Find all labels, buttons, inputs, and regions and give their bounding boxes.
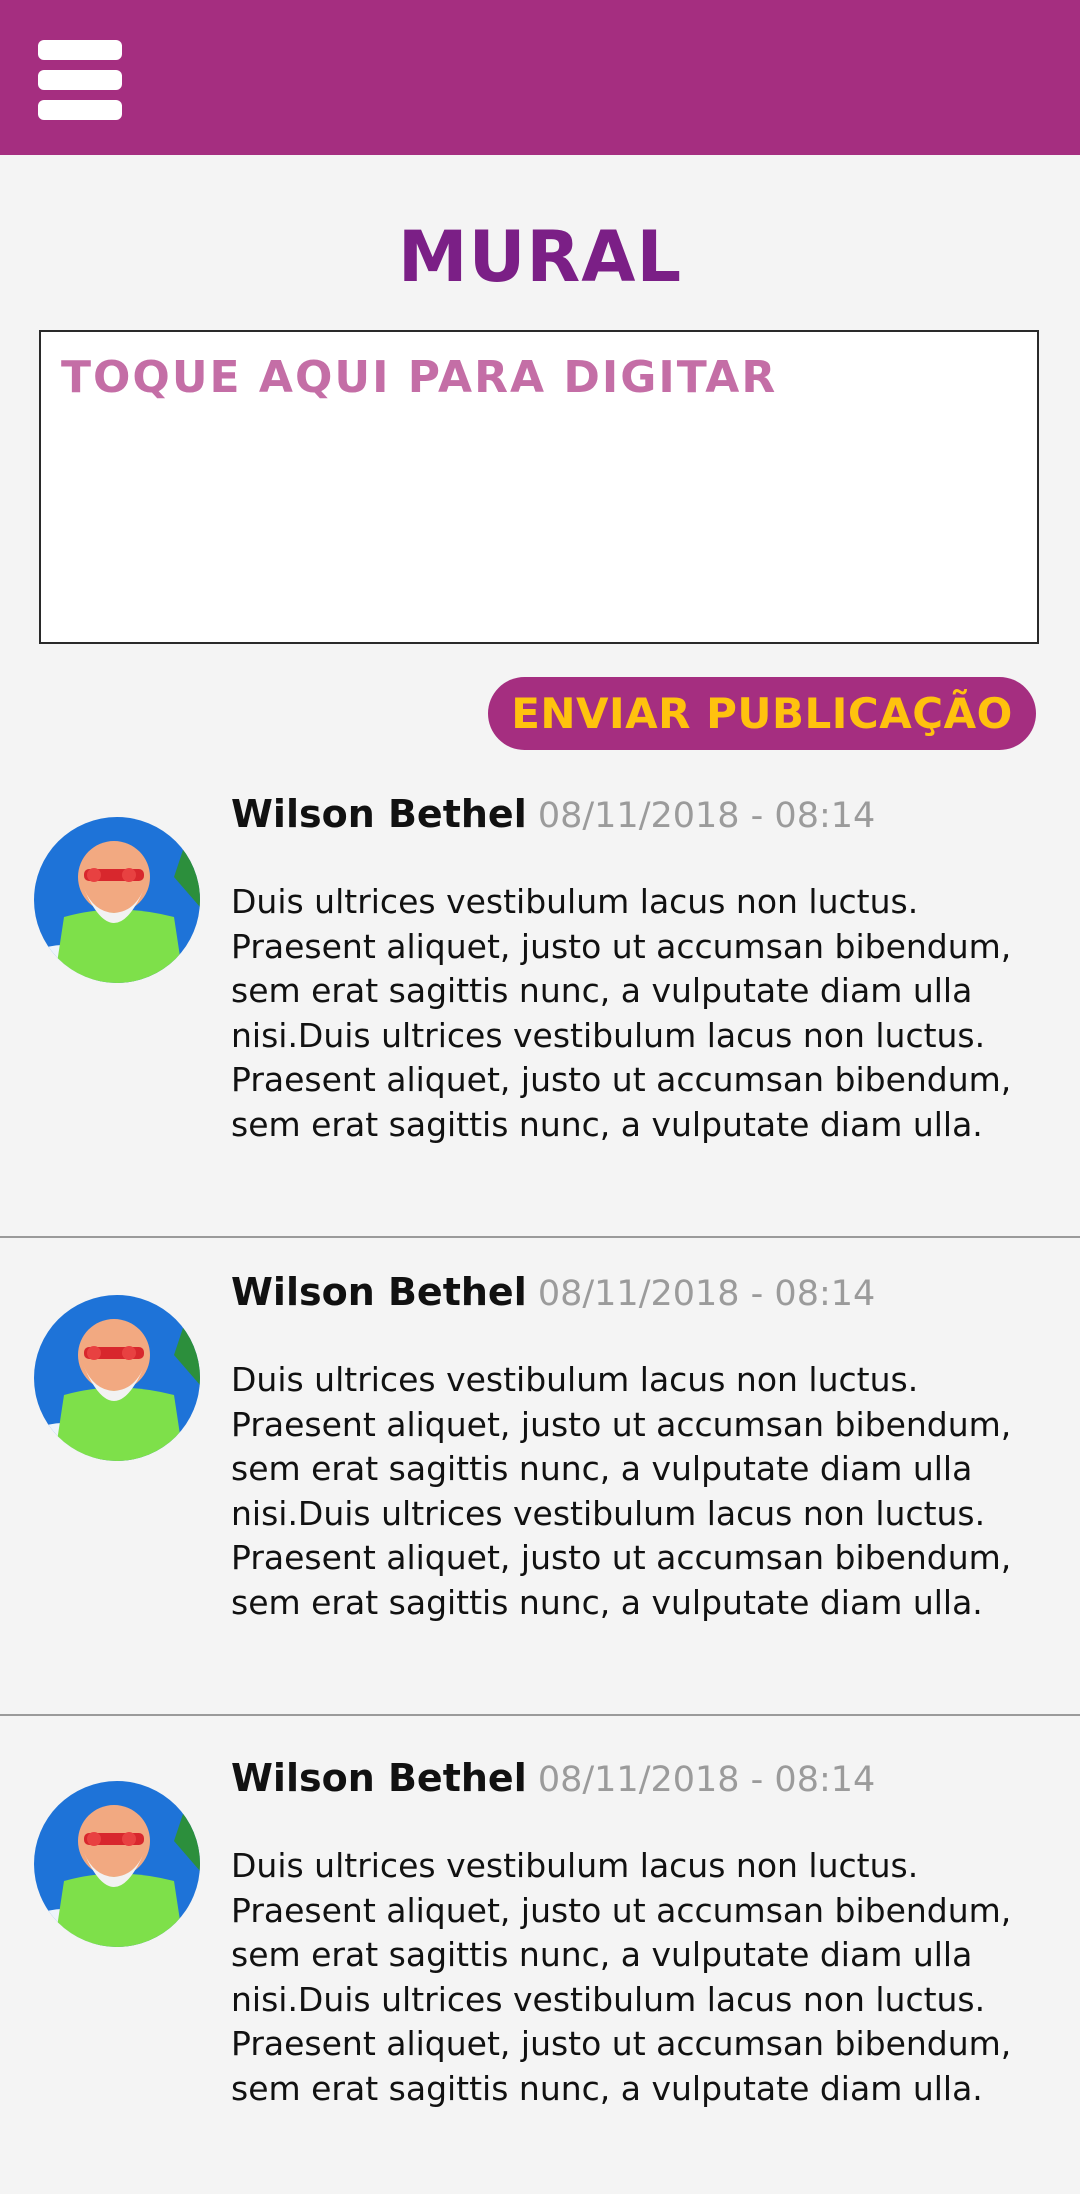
avatar-illustration — [34, 1295, 200, 1461]
menu-bar — [38, 70, 122, 90]
post-composer — [39, 330, 1039, 644]
menu-bar — [38, 100, 122, 120]
post-author[interactable]: Wilson Bethel — [231, 1756, 527, 1800]
page-title: MURAL — [397, 216, 683, 298]
feed-post: Wilson Bethel 08/11/2018 - 08:14 Duis ul… — [0, 760, 1080, 1238]
user-avatar[interactable] — [34, 1295, 200, 1461]
avatar-illustration — [34, 817, 200, 983]
send-post-button[interactable]: ENVIAR PUBLICAÇÃO — [488, 677, 1036, 750]
menu-bar — [38, 40, 122, 60]
post-timestamp: 08/11/2018 - 08:14 — [537, 1760, 876, 1800]
user-avatar[interactable] — [34, 817, 200, 983]
post-author[interactable]: Wilson Bethel — [231, 1270, 527, 1314]
post-header: Wilson Bethel 08/11/2018 - 08:14 — [231, 1267, 875, 1317]
post-text: Duis ultrices vestibulum lacus non luctu… — [231, 1846, 1012, 2108]
feed-post: Wilson Bethel 08/11/2018 - 08:14 Duis ul… — [0, 1238, 1080, 1716]
post-timestamp: 08/11/2018 - 08:14 — [537, 796, 876, 836]
user-avatar[interactable] — [34, 1781, 200, 1947]
post-header: Wilson Bethel 08/11/2018 - 08:14 — [231, 1753, 875, 1803]
post-timestamp: 08/11/2018 - 08:14 — [537, 1274, 876, 1314]
post-text: Duis ultrices vestibulum lacus non luctu… — [231, 1360, 1012, 1622]
hamburger-menu-icon[interactable] — [36, 38, 122, 124]
top-app-bar — [0, 0, 1080, 155]
avatar-illustration — [34, 1781, 200, 1947]
post-author[interactable]: Wilson Bethel — [231, 792, 527, 836]
post-header: Wilson Bethel 08/11/2018 - 08:14 — [231, 789, 875, 839]
post-text: Duis ultrices vestibulum lacus non luctu… — [231, 882, 1012, 1144]
feed-post: Wilson Bethel 08/11/2018 - 08:14 Duis ul… — [0, 1716, 1080, 2194]
post-text-input[interactable] — [41, 332, 1037, 642]
